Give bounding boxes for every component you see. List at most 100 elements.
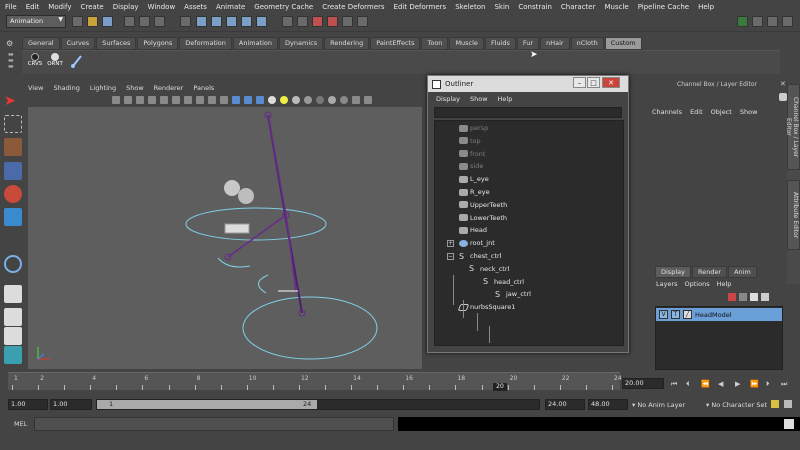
move-up-icon[interactable]: [750, 293, 758, 301]
default-light-icon[interactable]: [268, 96, 276, 104]
smooth-shade-icon[interactable]: [244, 96, 252, 104]
quick-layout-four-icon[interactable]: [4, 308, 22, 326]
grid-icon[interactable]: [148, 96, 156, 104]
select-hierarchy-icon[interactable]: [124, 16, 135, 27]
layer-menu-help[interactable]: Help: [717, 280, 732, 288]
shelf-button-crvs[interactable]: CRVS: [26, 53, 44, 73]
shelf-tab-fluids[interactable]: Fluids: [484, 37, 516, 50]
quick-layout-single-icon[interactable]: [4, 285, 22, 303]
gate-mask-icon[interactable]: [184, 96, 192, 104]
shelf-tab-curves[interactable]: Curves: [60, 37, 96, 50]
outliner-item-upperteeth[interactable]: UpperTeeth: [459, 199, 507, 211]
viewport-menu-show[interactable]: Show: [126, 84, 144, 92]
isolate-select-icon[interactable]: [352, 96, 360, 104]
shelf-tab-custom[interactable]: Custom: [604, 37, 642, 50]
play-forward-icon[interactable]: ▶: [735, 380, 740, 388]
layer-menu-options[interactable]: Options: [685, 280, 710, 288]
side-tab-attribute-editor[interactable]: Attribute Editor: [787, 180, 800, 250]
menu-item-constrain[interactable]: Constrain: [518, 3, 552, 11]
outliner-item-neck_ctrl[interactable]: Sneck_ctrl: [469, 263, 509, 275]
scale-tool-icon[interactable]: [4, 208, 22, 226]
show-attribute-editor-icon[interactable]: [752, 16, 763, 27]
save-scene-icon[interactable]: [102, 16, 113, 27]
shelf-tab-fur[interactable]: Fur: [516, 37, 540, 50]
channel-box-menu-channels[interactable]: Channels: [652, 108, 682, 116]
start-time-field[interactable]: 1.00: [8, 399, 48, 410]
panel-close-icon[interactable]: ✕: [780, 80, 786, 88]
outliner-item-side[interactable]: side: [459, 160, 483, 172]
lasso-tool-icon[interactable]: [4, 115, 22, 133]
menu-item-skeleton[interactable]: Skeleton: [455, 3, 485, 11]
mode-dropdown[interactable]: Animation ▼: [6, 15, 66, 28]
film-gate-icon[interactable]: [160, 96, 168, 104]
outliner-item-top[interactable]: top: [459, 135, 481, 147]
xray-icon[interactable]: [364, 96, 372, 104]
shadows-icon[interactable]: [292, 96, 300, 104]
shelf-tab-painteffects[interactable]: PaintEffects: [370, 37, 421, 50]
current-time-field[interactable]: 20.00: [622, 378, 664, 389]
shelf-tab-nhair[interactable]: nHair: [540, 37, 570, 50]
ssao-icon[interactable]: [304, 96, 312, 104]
mel-label[interactable]: MEL: [14, 420, 27, 428]
outliner-item-chest_ctrl[interactable]: Schest_ctrl: [459, 250, 501, 262]
show-channel-box-icon[interactable]: [782, 16, 793, 27]
snap-plane-icon[interactable]: [241, 16, 252, 27]
outliner-menu-help[interactable]: Help: [498, 95, 513, 103]
outliner-menu-show[interactable]: Show: [470, 95, 488, 103]
outliner-item-nurbssquare1[interactable]: nurbsSquare1: [457, 301, 515, 313]
step-forward-icon[interactable]: ⏵: [766, 380, 770, 389]
show-modeling-toolkit-icon[interactable]: [737, 16, 748, 27]
panel-float-icon[interactable]: [779, 93, 787, 101]
outliner-item-lowerteeth[interactable]: LowerTeeth: [459, 212, 507, 224]
menu-item-create[interactable]: Create: [80, 3, 103, 11]
maximize-button[interactable]: □: [587, 77, 600, 88]
shelf-tab-dynamics[interactable]: Dynamics: [279, 37, 324, 50]
shelf-tab-general[interactable]: General: [22, 37, 60, 50]
camera-icon[interactable]: [112, 96, 120, 104]
field-chart-icon[interactable]: [196, 96, 204, 104]
wireframe-on-shaded-icon[interactable]: [256, 96, 264, 104]
character-set-selector[interactable]: ▾ No Character Set: [706, 401, 767, 409]
perspective-viewport[interactable]: [28, 107, 422, 369]
paint-select-tool-icon[interactable]: [4, 138, 22, 156]
outliner-item-root_jnt[interactable]: root_jnt: [459, 237, 495, 249]
go-to-start-icon[interactable]: ⏮: [671, 380, 677, 389]
anim-preferences-icon[interactable]: [784, 400, 792, 408]
menu-item-create-deformers[interactable]: Create Deformers: [322, 3, 384, 11]
menu-item-skin[interactable]: Skin: [494, 3, 509, 11]
snap-curve-icon[interactable]: [211, 16, 222, 27]
motion-blur-icon[interactable]: [316, 96, 324, 104]
shelf-button-ornt[interactable]: ORNT: [46, 53, 64, 73]
menu-item-window[interactable]: Window: [148, 3, 176, 11]
menu-item-animate[interactable]: Animate: [216, 3, 245, 11]
range-slider[interactable]: 1 24: [96, 399, 540, 410]
menu-item-edit-deformers[interactable]: Edit Deformers: [394, 3, 447, 11]
show-tool-settings-icon[interactable]: [767, 16, 778, 27]
layer-tab-anim[interactable]: Anim: [728, 266, 757, 278]
safe-title-icon[interactable]: [220, 96, 228, 104]
menu-item-edit[interactable]: Edit: [26, 3, 40, 11]
bookmark-icon[interactable]: [124, 96, 132, 104]
menu-item-help[interactable]: Help: [698, 3, 714, 11]
shelf-tab-deformation[interactable]: Deformation: [179, 37, 232, 50]
outliner-item-head[interactable]: Head: [459, 224, 487, 236]
shelf-tab-polygons[interactable]: Polygons: [137, 37, 179, 50]
outliner-item-head_ctrl[interactable]: Shead_ctrl: [483, 276, 524, 288]
close-button[interactable]: ✕: [602, 77, 620, 88]
all-lights-icon[interactable]: [280, 96, 288, 104]
render-frame-icon[interactable]: [312, 16, 323, 27]
hypershade-icon[interactable]: [357, 16, 368, 27]
outliner-menu-display[interactable]: Display: [436, 95, 460, 103]
script-editor-icon[interactable]: [784, 419, 794, 429]
menu-item-pipeline-cache[interactable]: Pipeline Cache: [638, 3, 689, 11]
side-tab-channel-box[interactable]: Channel Box / Layer Editor: [785, 84, 800, 170]
shelf-tab-muscle[interactable]: Muscle: [449, 37, 484, 50]
resolution-gate-icon[interactable]: [172, 96, 180, 104]
last-tool-icon[interactable]: [4, 255, 22, 273]
menu-item-character[interactable]: Character: [561, 3, 596, 11]
quick-layout-graph-icon[interactable]: [4, 346, 22, 364]
safe-action-icon[interactable]: [208, 96, 216, 104]
layer-tab-display[interactable]: Display: [655, 266, 691, 278]
ipr-render-icon[interactable]: [327, 16, 338, 27]
rotate-tool-icon[interactable]: [4, 185, 22, 203]
